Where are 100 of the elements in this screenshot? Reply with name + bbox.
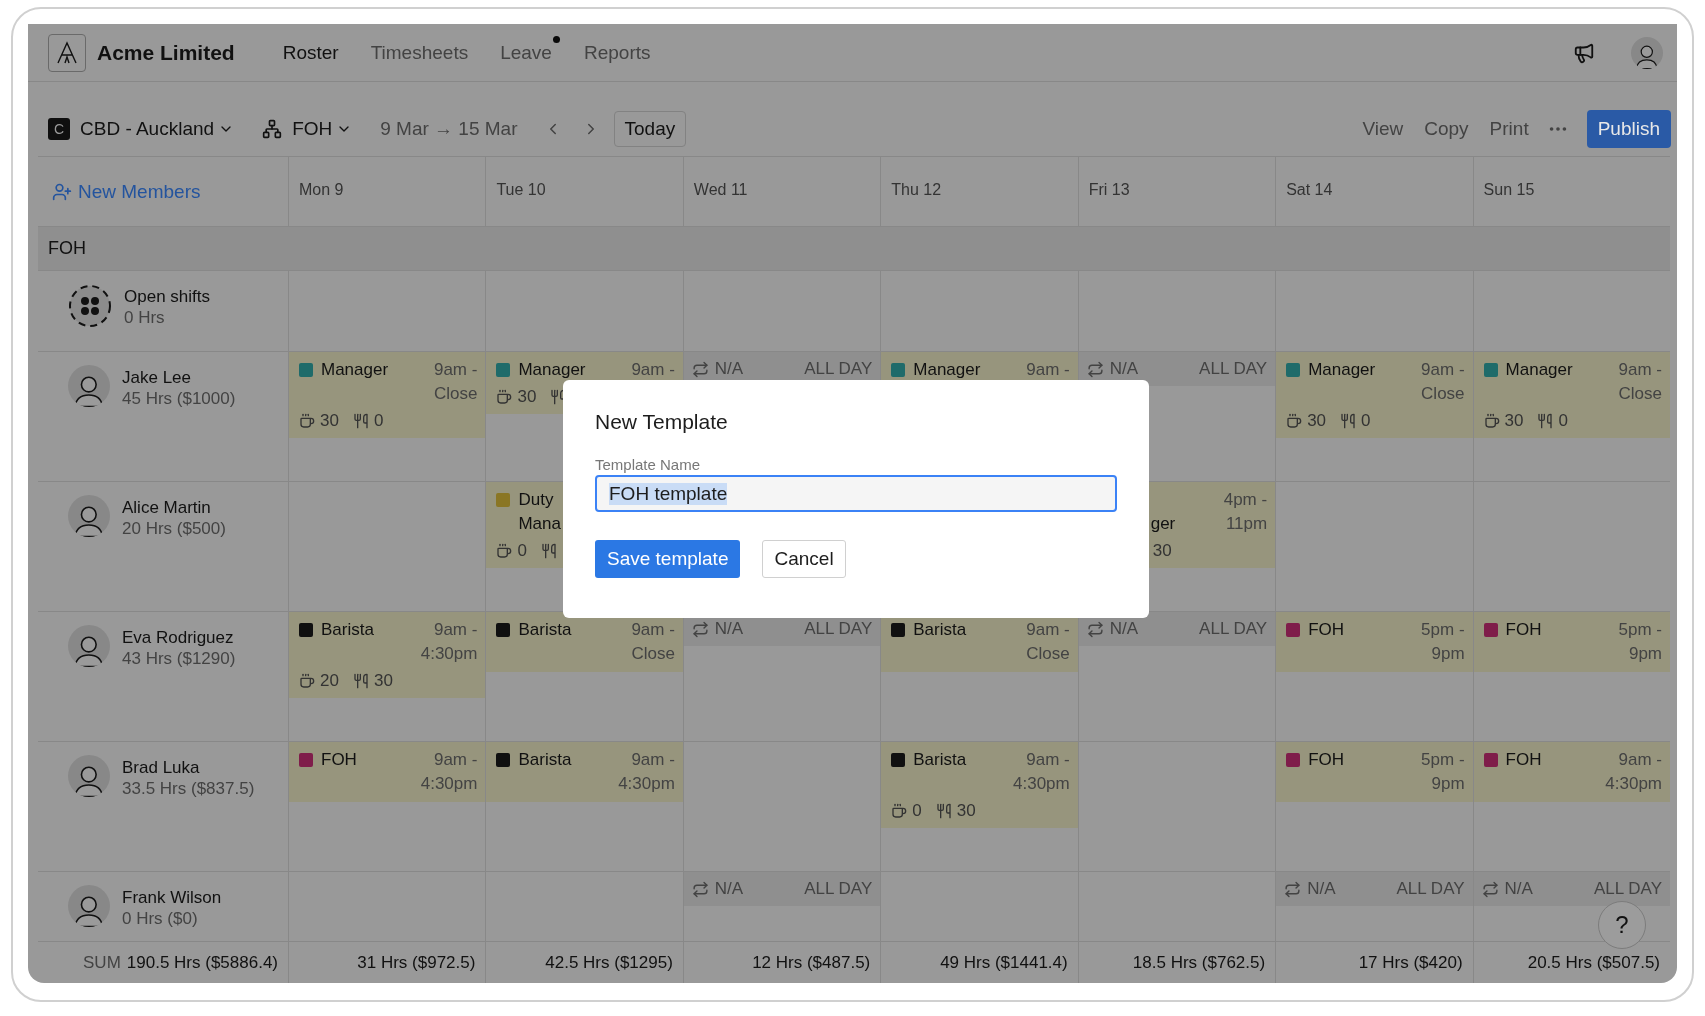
repeat-icon: [1086, 620, 1104, 638]
unavailable-label: N/A: [1284, 879, 1336, 899]
repeat-icon: [1481, 880, 1499, 898]
break-minutes: 30: [1152, 540, 1172, 562]
location-dropdown[interactable]: CBD - Auckland: [80, 118, 235, 140]
break-minutes: 30: [517, 386, 537, 408]
member-name: Brad Luka: [122, 757, 201, 778]
shift-block[interactable]: FOH 9am - 4:30pm: [289, 742, 486, 802]
break-minutes: 0: [517, 540, 527, 562]
day-total: 17 Hrs ($420): [1358, 952, 1463, 973]
period-label: ALL DAY: [1593, 879, 1662, 899]
member-hours: 0 Hrs ($0): [122, 908, 199, 929]
location-badge: C: [48, 118, 70, 140]
cancel-button[interactable]: Cancel: [762, 540, 846, 578]
help-button[interactable]: ?: [1598, 901, 1646, 949]
role-name: Barista: [518, 619, 572, 641]
utensils-icon: [1537, 413, 1554, 429]
utensils-icon: [540, 543, 557, 559]
nav-tab[interactable]: Timesheets: [370, 41, 469, 64]
cup-icon: [1286, 413, 1303, 429]
toolbar-action[interactable]: View: [1362, 118, 1404, 140]
toolbar-action[interactable]: Print: [1489, 118, 1529, 140]
shift-block[interactable]: Barista 9am - 4:30pm 0 30: [881, 742, 1078, 828]
shift-block[interactable]: Manager 9am - Close 30 0: [289, 352, 486, 438]
shift-block[interactable]: FOH 5pm - 9pm: [1473, 612, 1670, 672]
member-name: Frank Wilson: [122, 887, 222, 908]
publish-button[interactable]: Publish: [1586, 110, 1671, 148]
role-name: Manager: [1308, 359, 1376, 381]
shift-block[interactable]: Manager 9am - Close 30 0: [1473, 352, 1670, 438]
cup-icon: [299, 413, 315, 429]
shift-block[interactable]: Barista 9am - 4:30pm: [486, 742, 683, 802]
role-name: Duty: [518, 489, 555, 511]
utensils-icon: [352, 413, 369, 429]
nav-tab[interactable]: Leave: [500, 41, 552, 64]
day-total: 12 Hrs ($487.5): [752, 952, 871, 973]
member-name: Alice Martin: [122, 497, 212, 518]
shift-block[interactable]: FOH 5pm - 9pm: [1276, 612, 1473, 672]
shift-time: 4:30pm: [618, 773, 675, 795]
repeat-icon: [1284, 880, 1302, 898]
shift-time: Close: [433, 383, 478, 405]
shift-block[interactable]: FOH 5pm - 9pm: [1276, 742, 1473, 802]
team-dropdown[interactable]: FOH: [292, 118, 353, 140]
megaphone-icon[interactable]: [1573, 41, 1595, 64]
shift-time: 4pm -: [1223, 489, 1268, 511]
company-name: Acme Limited: [97, 40, 235, 65]
role-name: Manager: [913, 359, 981, 381]
utensils-icon: [352, 673, 369, 689]
avatar: [68, 365, 110, 407]
avatar: [68, 755, 110, 797]
org-chart-icon: [262, 119, 283, 139]
break-minutes: 30: [373, 670, 393, 692]
toolbar-action[interactable]: Copy: [1424, 118, 1469, 140]
role-name: Manager: [1505, 359, 1573, 381]
shift-time: 9am -: [1617, 749, 1662, 771]
member-hours: 33.5 Hrs ($837.5): [122, 778, 255, 799]
day-total: 42.5 Hrs ($1295): [545, 952, 673, 973]
shift-time: Close: [631, 643, 675, 665]
repeat-icon: [691, 360, 709, 378]
total-hours: 190.5 Hrs ($5886.4): [126, 952, 278, 973]
role-name: Barista: [321, 619, 374, 641]
unavailable-label: N/A: [691, 359, 744, 379]
period-label: ALL DAY: [804, 619, 873, 639]
shift-time: 5pm -: [1421, 749, 1465, 771]
break-minutes: 0: [1558, 410, 1568, 432]
group-name: FOH: [47, 237, 87, 260]
role-name: Manager: [518, 359, 586, 381]
role-name: Barista: [913, 619, 967, 641]
break-minutes: 0: [1361, 410, 1371, 432]
shift-time: 9am -: [1026, 619, 1070, 641]
user-plus-icon: [52, 181, 72, 202]
shift-block[interactable]: Barista 9am - 4:30pm 20 30: [289, 612, 486, 698]
shift-time: 11pm: [1224, 513, 1268, 535]
break-minutes: 30: [1504, 410, 1524, 432]
shift-block[interactable]: FOH 9am - 4:30pm: [1473, 742, 1670, 802]
cup-icon: [496, 389, 513, 405]
nav-tab[interactable]: Roster: [282, 41, 339, 64]
break-minutes: 30: [1307, 410, 1327, 432]
shift-time: 9pm: [1430, 643, 1465, 665]
save-template-button[interactable]: Save template: [595, 540, 741, 578]
shift-block[interactable]: Barista 9am - Close: [486, 612, 683, 672]
cup-icon: [299, 673, 315, 689]
shift-time: 5pm -: [1618, 619, 1662, 641]
role-name: FOH: [1505, 619, 1542, 641]
nav-tab[interactable]: Reports: [583, 41, 651, 64]
period-label: ALL DAY: [1396, 879, 1465, 899]
period-label: ALL DAY: [804, 879, 873, 899]
shift-time: 9am -: [432, 619, 478, 641]
shift-time: 4:30pm: [1605, 773, 1662, 795]
template-name-field[interactable]: FOH template: [595, 475, 1117, 512]
member-name: Eva Rodriguez: [122, 627, 235, 648]
cup-icon: [891, 803, 908, 819]
avatar: [68, 495, 110, 537]
shift-block[interactable]: Manager 9am - Close 30 0: [1276, 352, 1473, 438]
role-name: Mana: [518, 513, 561, 535]
shift-time: 9am -: [631, 619, 675, 641]
day-total: 49 Hrs ($1441.4): [940, 952, 1068, 973]
today-button[interactable]: Today: [613, 111, 687, 147]
shift-time: 4:30pm: [1013, 773, 1070, 795]
field-label: Template Name: [595, 456, 702, 473]
role-name: Manager: [321, 359, 389, 381]
